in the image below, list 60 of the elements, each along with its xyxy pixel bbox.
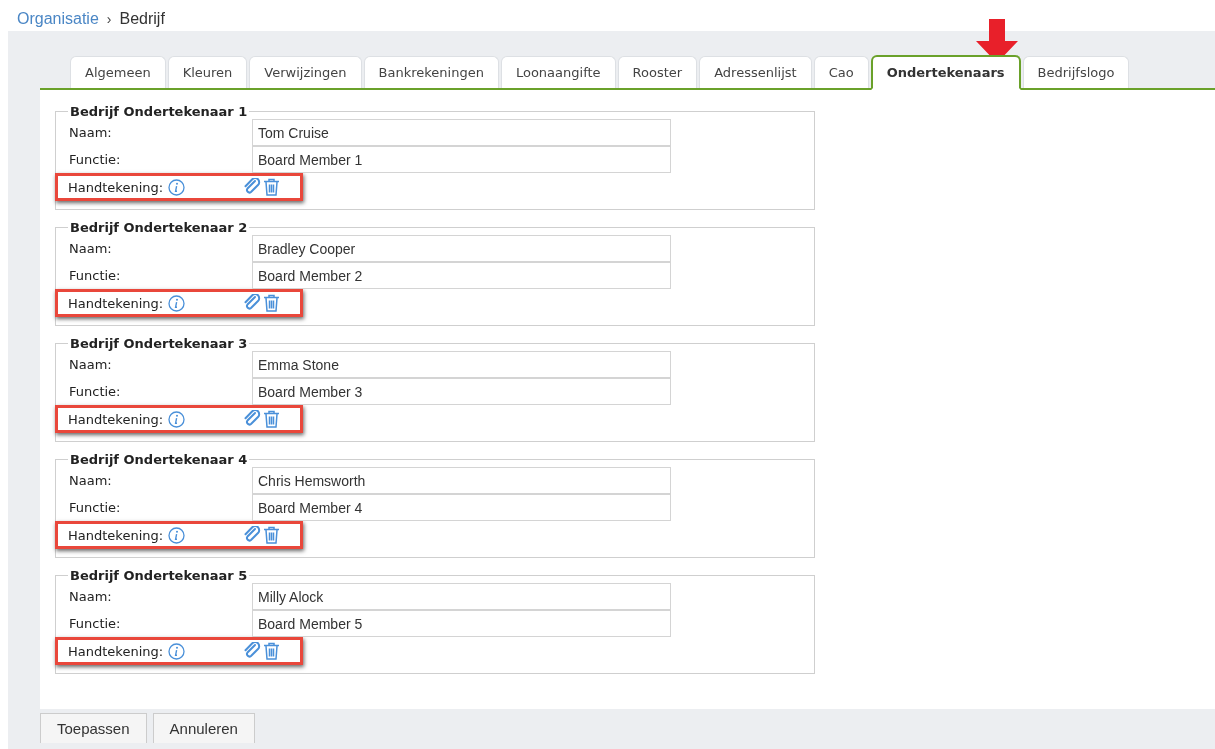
paperclip-icon[interactable] (243, 526, 262, 544)
field-label: Functie: (68, 152, 122, 167)
field-label: Naam: (68, 241, 113, 256)
tab[interactable]: Kleuren (167, 56, 248, 88)
input-field[interactable]: Board Member 4 (252, 493, 671, 521)
action-button[interactable]: Toepassen (40, 713, 147, 743)
input-field[interactable]: Board Member 5 (252, 609, 671, 637)
fieldset-title: Bedrijf Ondertekenaar 2 (69, 220, 249, 235)
paperclip-icon[interactable] (243, 294, 262, 312)
field-label: Handtekening: (68, 643, 164, 659)
breadcrumb-link[interactable]: Organisatie (17, 10, 99, 28)
trash-icon[interactable] (263, 526, 281, 544)
action-button[interactable]: Annuleren (152, 713, 255, 743)
field-label: Handtekening: (68, 295, 164, 311)
paperclip-icon[interactable] (243, 410, 262, 428)
field-label: Handtekening: (68, 527, 164, 543)
field-label: Naam: (68, 589, 113, 604)
tab[interactable]: Bankrekeningen (363, 56, 499, 88)
tab[interactable]: Cao (813, 56, 869, 88)
paperclip-icon[interactable] (243, 642, 262, 660)
input-field[interactable]: Board Member 2 (252, 261, 671, 289)
paperclip-icon[interactable] (243, 178, 262, 196)
tab[interactable]: Adressenlijst (699, 56, 812, 88)
fieldset-title: Bedrijf Ondertekenaar 4 (69, 452, 249, 467)
info-icon[interactable] (168, 526, 186, 544)
tab[interactable]: Rooster (617, 56, 698, 88)
input-field[interactable]: Tom Cruise (252, 118, 671, 146)
input-field[interactable]: Milly Alock (252, 582, 671, 610)
field-label: Functie: (68, 384, 122, 399)
input-field[interactable]: Chris Hemsworth (252, 466, 671, 494)
info-icon[interactable] (168, 642, 186, 660)
fieldset-title: Bedrijf Ondertekenaar 1 (69, 104, 249, 119)
field-label: Naam: (68, 357, 113, 372)
tab[interactable]: Bedrijfslogo (1022, 56, 1130, 88)
field-label: Handtekening: (68, 179, 164, 195)
field-label: Functie: (68, 268, 122, 283)
tab[interactable]: Verwijzingen (249, 56, 362, 88)
trash-icon[interactable] (263, 410, 281, 428)
fieldset-title: Bedrijf Ondertekenaar 3 (69, 336, 249, 351)
trash-icon[interactable] (263, 294, 281, 312)
field-label: Functie: (68, 616, 122, 631)
field-label: Handtekening: (68, 411, 164, 427)
input-field[interactable]: Board Member 1 (252, 145, 671, 173)
info-icon[interactable] (168, 178, 186, 196)
breadcrumb-current: Bedrijf (119, 10, 165, 28)
tab[interactable]: Algemeen (70, 56, 166, 88)
trash-icon[interactable] (263, 178, 281, 196)
field-label: Naam: (68, 473, 113, 488)
field-label: Functie: (68, 500, 122, 515)
input-field[interactable]: Emma Stone (252, 350, 671, 378)
trash-icon[interactable] (263, 642, 281, 660)
info-icon[interactable] (168, 410, 186, 428)
tab[interactable]: Ondertekenaars (870, 55, 1021, 90)
breadcrumb-separator: › (106, 11, 112, 27)
fieldset-title: Bedrijf Ondertekenaar 5 (69, 568, 249, 583)
info-icon[interactable] (168, 294, 186, 312)
input-field[interactable]: Bradley Cooper (252, 234, 671, 262)
tab[interactable]: Loonaangifte (500, 56, 616, 88)
field-label: Naam: (68, 125, 113, 140)
input-field[interactable]: Board Member 3 (252, 377, 671, 405)
